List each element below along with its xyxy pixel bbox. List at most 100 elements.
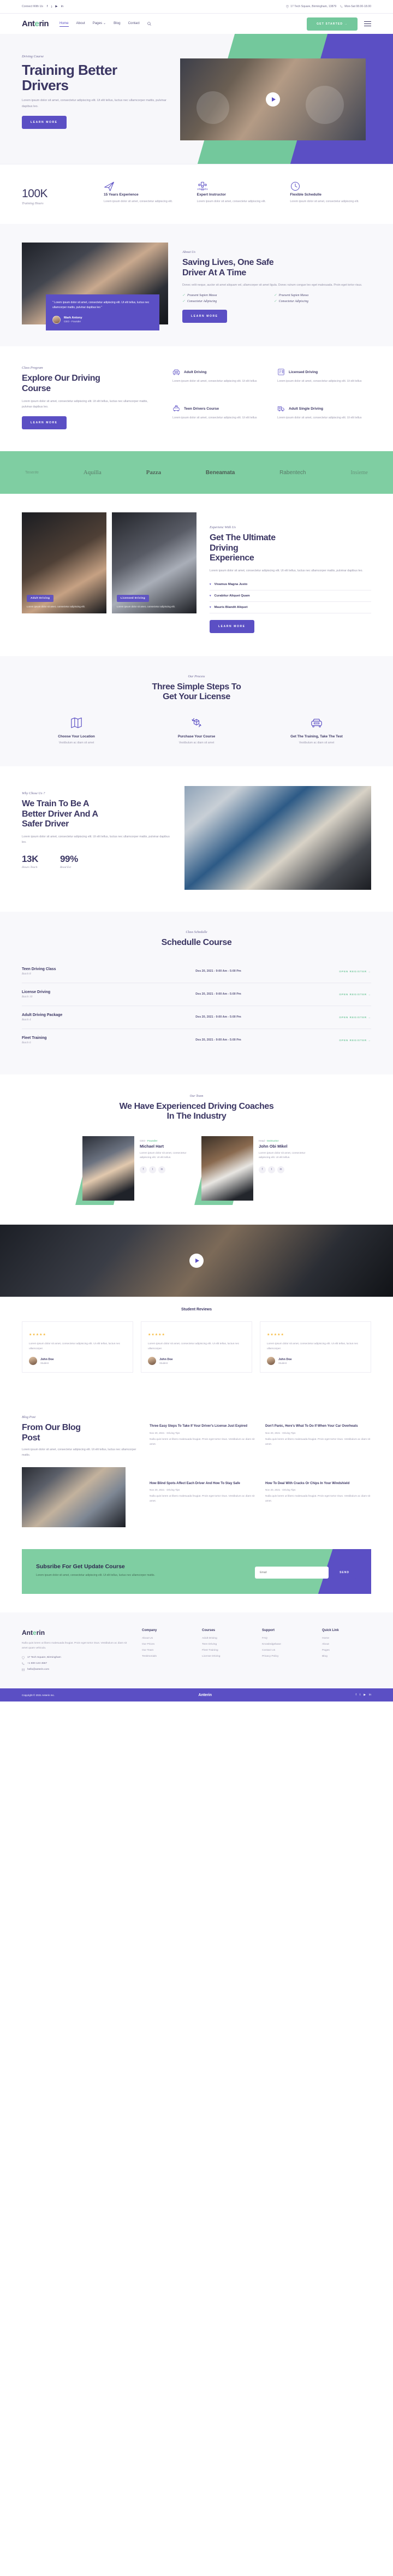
play-icon[interactable] xyxy=(266,92,280,107)
logo[interactable]: Anterin xyxy=(22,19,49,28)
footer-link[interactable]: Contact Us xyxy=(262,1649,311,1652)
twitter-icon[interactable]: t xyxy=(149,1166,156,1173)
experience-card-adult[interactable]: Adult Driving Lorem ipsum dolor sit amet… xyxy=(22,512,106,614)
blog-post[interactable]: How To Deal With Cracks Or Chips In Your… xyxy=(265,1481,371,1527)
top-bar-left: Connect With Us f 𝔷 ▶ in xyxy=(22,5,63,9)
footer-link[interactable]: Fleet Training xyxy=(202,1649,251,1652)
nav-item-about[interactable]: About xyxy=(76,21,85,27)
team-grid: CEO - Founder Michael Hart Lorem ipsum d… xyxy=(22,1136,371,1205)
footer-bar-socials[interactable]: f t ▶ in xyxy=(355,1693,371,1697)
footer-link[interactable]: Pages xyxy=(322,1649,371,1652)
footer-link[interactable]: Blog xyxy=(322,1655,371,1658)
footer-link[interactable]: Adult Driving xyxy=(202,1637,251,1640)
footer-link[interactable]: About xyxy=(322,1643,371,1646)
linkedin-icon[interactable]: in xyxy=(158,1166,165,1173)
send-button[interactable]: SEND xyxy=(332,1567,357,1579)
blog-title-line2: Post xyxy=(22,1433,40,1443)
experience-images: Adult Driving Lorem ipsum dolor sit amet… xyxy=(22,512,196,633)
tick-label: Praesent Sapien Massa xyxy=(187,293,217,297)
experience-learn-more-button[interactable]: LEARN MORE xyxy=(210,619,254,633)
member-socials[interactable]: f t in xyxy=(259,1166,311,1173)
youtube-icon[interactable]: ▶ xyxy=(55,5,57,9)
blog-post-meta: Nov 20, 2021 · Driving Tips xyxy=(265,1488,296,1492)
footer-link[interactable]: FAQ xyxy=(262,1637,311,1640)
courses-section: Class Program Explore Our Driving Course… xyxy=(0,346,393,451)
open-register-link[interactable]: OPEN REGISTER → xyxy=(306,1016,371,1019)
footer-link[interactable]: Teen Driving xyxy=(202,1643,251,1646)
youtube-icon[interactable]: ▶ xyxy=(364,1693,366,1697)
footer-bar-logo: Anterin xyxy=(198,1693,212,1697)
process-title: Three Simple Steps To Get Your License xyxy=(22,682,371,702)
footer-link[interactable]: Testimonials xyxy=(142,1655,191,1658)
experience-card-licensed[interactable]: Licensed Driving Lorem ipsum dolor sit a… xyxy=(112,512,196,614)
search-icon[interactable] xyxy=(147,22,151,26)
nav-item-blog[interactable]: Blog xyxy=(114,21,120,27)
linkedin-icon[interactable]: in xyxy=(369,1693,371,1697)
brand-logo-beneamata: Beneamata xyxy=(205,469,235,476)
twitter-icon[interactable]: t xyxy=(268,1166,275,1173)
nav-item-home[interactable]: Home xyxy=(59,21,69,27)
blog-post[interactable]: Don't Panic, Here's What To Do If When Y… xyxy=(265,1424,371,1470)
phone-icon xyxy=(340,5,343,8)
course-card-licensed-driving[interactable]: Licensed Driving Lorem ipsum dolor sit a… xyxy=(277,368,371,393)
course-card-adult-driving[interactable]: Adult Driving Lorem ipsum dolor sit amet… xyxy=(172,368,266,393)
testimonial-cards: ★★★★★ Lorem ipsum dolor sit amet, consec… xyxy=(22,1321,371,1373)
hero-learn-more-button[interactable]: LEARN MORE xyxy=(22,115,67,129)
testimonial-quote-card: " Lorem ipsum dolor sit amet, consectetu… xyxy=(46,294,159,330)
accordion-item-1[interactable]: ▾ Vivamus Magna Justo xyxy=(210,579,371,590)
footer-link[interactable]: Our Team xyxy=(142,1649,191,1652)
check-icon: ✓ xyxy=(182,294,186,298)
social-links[interactable]: f 𝔷 ▶ in xyxy=(47,5,63,9)
map-icon xyxy=(22,717,131,731)
schedule-name-cell: Adult Driving Package Batch 4 xyxy=(22,1013,131,1021)
twitter-icon[interactable]: 𝔷 xyxy=(51,5,52,9)
footer-link[interactable]: Knowledgebase xyxy=(262,1643,311,1646)
open-register-link[interactable]: OPEN REGISTER → xyxy=(306,970,371,973)
footer-link[interactable]: Privacy Policy xyxy=(262,1655,311,1658)
facebook-icon[interactable]: f xyxy=(355,1693,356,1697)
play-icon[interactable] xyxy=(189,1253,204,1268)
blog-post[interactable]: How Blind Spots Affect Each Driver And H… xyxy=(150,1481,255,1527)
schedule-title: Schedulle Course xyxy=(161,938,232,948)
courses-learn-more-button[interactable]: LEARN MORE xyxy=(22,416,67,430)
accordion-item-2[interactable]: ▾ Curabitur Aliquet Quam xyxy=(210,590,371,602)
about-learn-more-button[interactable]: LEARN MORE xyxy=(182,310,227,323)
linkedin-icon[interactable]: in xyxy=(277,1166,284,1173)
open-register-link[interactable]: OPEN REGISTER → xyxy=(306,993,371,996)
footer-logo[interactable]: Anterin xyxy=(22,1629,131,1636)
top-bar: Connect With Us f 𝔷 ▶ in 17 Tech Square,… xyxy=(0,0,393,14)
step-title: Choose Your Location xyxy=(58,735,95,739)
facebook-icon[interactable]: f xyxy=(259,1166,266,1173)
clock-icon xyxy=(290,181,371,193)
footer-link[interactable]: License Driving xyxy=(202,1655,251,1658)
feature-schedule: Flexible Schedulle Lorem ipsum dolor sit… xyxy=(290,181,371,204)
tick-item: ✓ Consectetur Adipiscing xyxy=(274,299,359,304)
email-input[interactable] xyxy=(255,1567,329,1579)
course-card-teen-drivers[interactable]: Teen Drivers Course Lorem ipsum dolor si… xyxy=(172,405,266,429)
footer-link[interactable]: Our Prices xyxy=(142,1643,191,1646)
facebook-icon[interactable]: f xyxy=(140,1166,147,1173)
accordion-item-3[interactable]: ▾ Mauris Blandit Aliquet xyxy=(210,602,371,613)
about-copy: About Us Saving Lives, One Safe Driver A… xyxy=(182,243,371,324)
open-register-link[interactable]: OPEN REGISTER → xyxy=(306,1039,371,1042)
blog-post[interactable]: Three Easy Steps To Take If Your Driver'… xyxy=(150,1424,255,1470)
feature-grid: 15 Years Experience Lorem ipsum dolor si… xyxy=(104,181,371,204)
stars-glyphs: ★★★★★ xyxy=(148,1333,165,1337)
why-title-line1: We Train To Be A xyxy=(22,799,90,809)
get-started-button[interactable]: GET STARTED → xyxy=(307,17,358,31)
blog-post-meta: Nov 20, 2021 · Driving Tips xyxy=(150,1488,180,1492)
nav-item-pages[interactable]: Pages ⌄ xyxy=(93,21,106,27)
nav-item-contact[interactable]: Contact xyxy=(128,21,140,27)
testimonial-text: Lorem ipsum dolor sit amet, consectetur … xyxy=(148,1342,240,1350)
blog-post-text: Nulla quis lorem ut libero malesuada feu… xyxy=(265,1495,371,1503)
subscribe-title: Subsribe For Get Update Course xyxy=(36,1563,125,1570)
course-card-adult-single[interactable]: Adult Single Driving Lorem ipsum dolor s… xyxy=(277,405,371,429)
linkedin-icon[interactable]: in xyxy=(61,5,63,9)
member-socials[interactable]: f t in xyxy=(140,1166,192,1173)
footer-about-text: Nulla quis lorem ut libero malesuada feu… xyxy=(22,1642,127,1650)
facebook-icon[interactable]: f xyxy=(47,5,48,9)
footer-link[interactable]: About Us xyxy=(142,1637,191,1640)
chevron-down-icon: ▾ xyxy=(210,594,211,598)
hamburger-menu-icon[interactable] xyxy=(364,21,371,27)
footer-link[interactable]: Home xyxy=(322,1637,371,1640)
